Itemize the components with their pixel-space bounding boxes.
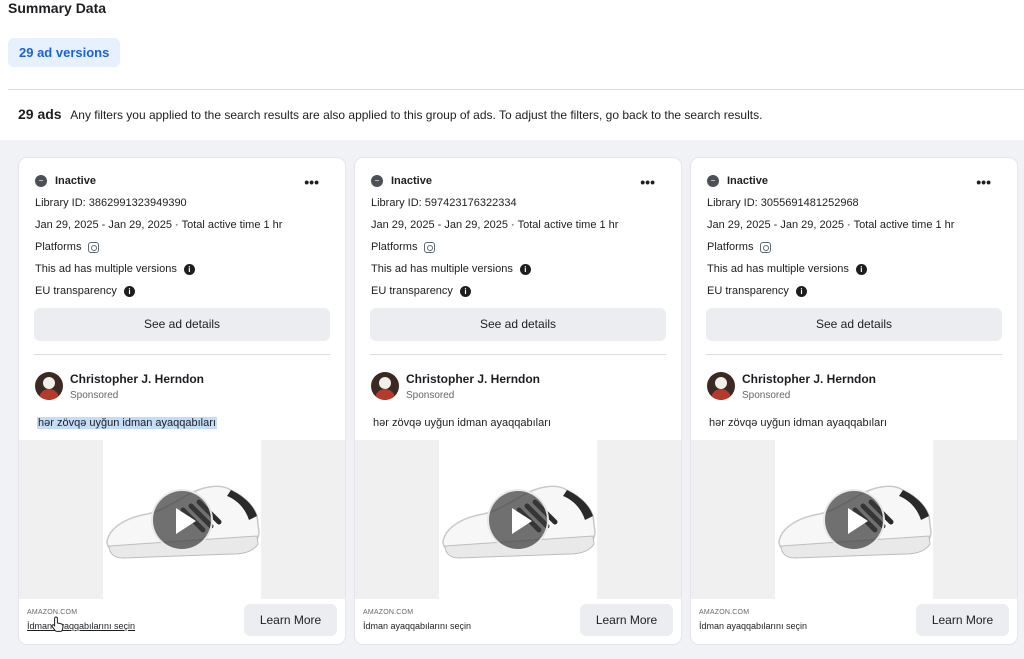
ad-media[interactable] [691, 440, 1017, 599]
multiple-versions-label: This ad has multiple versions [707, 263, 849, 275]
sponsored-label: Sponsored [406, 390, 455, 401]
ad-body-text: hər zövqə uyğun idman ayaqqabıları [37, 417, 217, 429]
ads-count: 29 ads [18, 106, 62, 122]
platforms-row: Platforms [707, 241, 772, 253]
play-icon[interactable] [487, 489, 549, 551]
ads-summary-line: 29 ads Any filters you applied to the se… [18, 106, 762, 122]
card-divider [34, 354, 330, 355]
eu-transparency-label: EU transparency [707, 285, 789, 297]
info-icon[interactable]: i [855, 263, 867, 275]
multiple-versions-label: This ad has multiple versions [35, 263, 177, 275]
ad-body-text: hər zövqə uyğun idman ayaqqabıları [373, 417, 551, 429]
advertiser-name[interactable]: Christopher J. Herndon [70, 372, 204, 386]
inactive-status-icon: − [371, 175, 383, 187]
learn-more-button[interactable]: Learn More [244, 604, 337, 636]
status-label: Inactive [55, 175, 96, 187]
advertiser-name[interactable]: Christopher J. Herndon [406, 372, 540, 386]
eu-transparency-row: EU transparency i [371, 285, 471, 297]
library-id: Library ID: 3862991323949390 [35, 197, 187, 209]
domain-label: AMAZON.COM [699, 609, 750, 616]
info-icon[interactable]: i [123, 285, 135, 297]
ad-versions-chip[interactable]: 29 ad versions [8, 38, 121, 67]
instagram-icon [424, 241, 436, 253]
info-icon[interactable]: i [519, 263, 531, 275]
ad-media[interactable] [19, 440, 345, 599]
active-dates: Jan 29, 2025 - Jan 29, 2025 · Total acti… [707, 219, 955, 231]
learn-more-button[interactable]: Learn More [916, 604, 1009, 636]
top-divider [8, 89, 1024, 90]
play-icon[interactable] [151, 489, 213, 551]
platforms-row: Platforms [371, 241, 436, 253]
summary-title: Summary Data [8, 0, 107, 16]
ad-media[interactable] [355, 440, 681, 599]
more-options-icon[interactable]: ••• [304, 174, 319, 190]
more-options-icon[interactable]: ••• [640, 174, 655, 190]
platforms-label: Platforms [371, 241, 418, 253]
eu-transparency-label: EU transparency [371, 285, 453, 297]
avatar[interactable] [707, 372, 735, 400]
info-icon[interactable]: i [459, 285, 471, 297]
status-label: Inactive [727, 175, 768, 187]
cta-caption[interactable]: İdman ayaqqabılarını seçin [699, 621, 807, 631]
hand-pointer-icon [51, 616, 64, 632]
multiple-versions-row: This ad has multiple versions i [35, 263, 195, 275]
status-row: − Inactive [35, 174, 96, 188]
avatar[interactable] [35, 372, 63, 400]
active-dates: Jan 29, 2025 - Jan 29, 2025 · Total acti… [371, 219, 619, 231]
card-divider [370, 354, 666, 355]
ad-card: − Inactive ••• Library ID: 3055691481252… [691, 158, 1017, 644]
card-divider [706, 354, 1002, 355]
play-icon[interactable] [823, 489, 885, 551]
cta-caption[interactable]: İdman ayaqqabılarını seçin [363, 621, 471, 631]
eu-transparency-row: EU transparency i [707, 285, 807, 297]
advertiser-name[interactable]: Christopher J. Herndon [742, 372, 876, 386]
ad-card: − Inactive ••• Library ID: 3862991323949… [19, 158, 345, 644]
domain-label: AMAZON.COM [363, 609, 414, 616]
info-icon[interactable]: i [795, 285, 807, 297]
platforms-row: Platforms [35, 241, 100, 253]
library-id: Library ID: 3055691481252968 [707, 197, 859, 209]
library-id: Library ID: 597423176322334 [371, 197, 517, 209]
multiple-versions-label: This ad has multiple versions [371, 263, 513, 275]
instagram-icon [88, 241, 100, 253]
sponsored-label: Sponsored [742, 390, 791, 401]
status-row: − Inactive [371, 174, 432, 188]
ads-filter-description: Any filters you applied to the search re… [70, 108, 763, 122]
status-label: Inactive [391, 175, 432, 187]
sponsored-label: Sponsored [70, 390, 119, 401]
more-options-icon[interactable]: ••• [976, 174, 991, 190]
ad-card: − Inactive ••• Library ID: 5974231763223… [355, 158, 681, 644]
multiple-versions-row: This ad has multiple versions i [371, 263, 531, 275]
see-ad-details-button[interactable]: See ad details [34, 308, 330, 341]
avatar[interactable] [371, 372, 399, 400]
platforms-label: Platforms [35, 241, 82, 253]
domain-label: AMAZON.COM [27, 609, 78, 616]
eu-transparency-row: EU transparency i [35, 285, 135, 297]
active-dates: Jan 29, 2025 - Jan 29, 2025 · Total acti… [35, 219, 283, 231]
platforms-label: Platforms [707, 241, 754, 253]
learn-more-button[interactable]: Learn More [580, 604, 673, 636]
status-row: − Inactive [707, 174, 768, 188]
ad-body-text: hər zövqə uyğun idman ayaqqabıları [709, 417, 887, 429]
eu-transparency-label: EU transparency [35, 285, 117, 297]
cta-caption[interactable]: İdman ayaqqabılarını seçin [27, 621, 135, 631]
info-icon[interactable]: i [183, 263, 195, 275]
inactive-status-icon: − [707, 175, 719, 187]
instagram-icon [760, 241, 772, 253]
see-ad-details-button[interactable]: See ad details [370, 308, 666, 341]
inactive-status-icon: − [35, 175, 47, 187]
see-ad-details-button[interactable]: See ad details [706, 308, 1002, 341]
multiple-versions-row: This ad has multiple versions i [707, 263, 867, 275]
